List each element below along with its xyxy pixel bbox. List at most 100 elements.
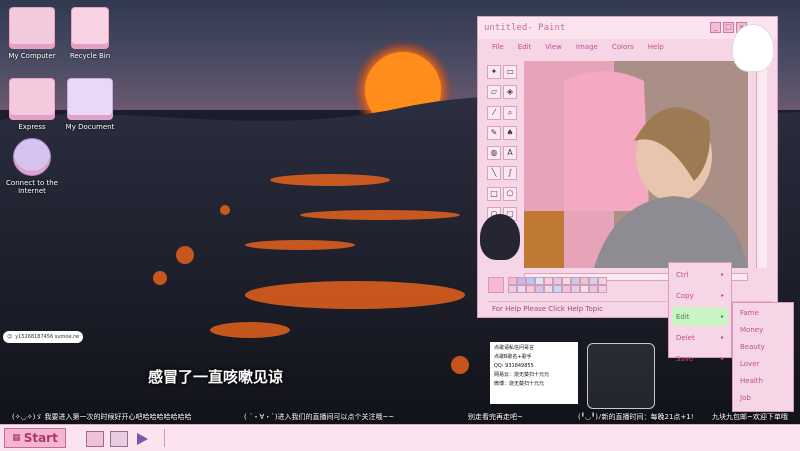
submenu-item-beauty[interactable]: Beauty [736, 339, 790, 354]
maximize-button[interactable]: □ [723, 22, 734, 33]
palette-swatch[interactable] [508, 285, 517, 293]
rect-select-icon[interactable]: ▭ [503, 65, 517, 79]
palette-swatch[interactable] [517, 285, 526, 293]
submenu-item-label: Health [740, 376, 763, 385]
ctx-item-save[interactable]: Save ▸ [672, 349, 728, 368]
palette-swatch[interactable] [571, 285, 580, 293]
submenu-item-money[interactable]: Money [736, 322, 790, 337]
brush-icon[interactable]: ♠ [503, 125, 517, 140]
desktop-icon-express[interactable]: Express [0, 78, 64, 131]
desktop-icon-label: Recycle Bin [69, 52, 111, 60]
rectangle-icon[interactable]: □ [487, 186, 501, 201]
text-icon[interactable]: A [503, 146, 517, 160]
palette-swatch[interactable] [535, 277, 544, 285]
note-line: QQ: 931849855 [494, 363, 534, 369]
palette-swatch[interactable] [562, 285, 571, 293]
document-folder-icon [67, 78, 113, 120]
media-player-icon[interactable] [134, 431, 150, 445]
menu-image[interactable]: Image [576, 43, 598, 51]
desktop-icon-label: My Document [65, 123, 115, 131]
webcam-feed [524, 61, 748, 268]
ctx-item-label: Save [676, 354, 694, 363]
palette-swatch[interactable] [508, 277, 517, 285]
badge-icon: ☺ [7, 334, 13, 340]
paint-canvas[interactable] [524, 61, 748, 268]
submenu-item-fame[interactable]: Fame [736, 305, 790, 320]
line-icon[interactable]: ╲ [487, 166, 501, 181]
ctx-item-ctrl[interactable]: Ctrl ▸ [672, 265, 728, 284]
desktop-icon-my-document[interactable]: My Document [58, 78, 122, 131]
fill-icon[interactable]: ◈ [503, 85, 517, 100]
ticker-text: (╹◡╹)ﾉ新的直播时间：每晚21点+1! [578, 413, 694, 421]
palette-swatch[interactable] [589, 285, 598, 293]
status-text: For Help Please Click Help Topic [492, 305, 603, 313]
menu-view[interactable]: View [545, 43, 562, 51]
ctx-item-label: Delet [676, 333, 695, 342]
note-line: 点歌请私信问哥言 [494, 345, 535, 351]
context-menu: Ctrl ▸ Copy ▸ Edit ▸ Delet ▸ Save ▸ [668, 262, 732, 363]
desktop-icon-label: Express [18, 123, 46, 131]
palette-swatch[interactable] [589, 277, 598, 285]
free-select-icon[interactable]: ✦ [487, 65, 501, 79]
picker-icon[interactable]: ⁄ [487, 105, 501, 120]
start-button[interactable]: ▦ Start [4, 428, 66, 448]
vertical-scrollbar[interactable] [756, 61, 767, 268]
palette-swatch[interactable] [598, 277, 607, 285]
taskbar-divider [164, 429, 165, 447]
minimize-button[interactable]: _ [710, 22, 721, 33]
computer-icon [9, 7, 55, 49]
black-cat-sticker-icon [480, 214, 520, 260]
airbrush-icon[interactable]: ◍ [487, 146, 501, 160]
desktop-icon-my-computer[interactable]: My Computer [0, 7, 64, 60]
submenu-item-lover[interactable]: Lover [736, 356, 790, 371]
submenu-item-job[interactable]: Job [736, 390, 790, 405]
menu-colors[interactable]: Colors [612, 43, 634, 51]
computer-quicklaunch-icon[interactable] [86, 431, 104, 447]
eraser-icon[interactable]: ▱ [487, 85, 501, 100]
badge-text: y15268187456 sumoe.rw [15, 334, 80, 340]
note-line: 网易云：烧无葵扫十元元 [494, 372, 550, 378]
menu-file[interactable]: File [492, 43, 504, 51]
submenu-item-label: Beauty [740, 342, 765, 351]
start-icon: ▦ [12, 433, 21, 443]
ticker-text: ( ´・∀・`)进入我们的直播间可以点个关注哦~~ [244, 413, 395, 421]
palette-swatch[interactable] [571, 277, 580, 285]
submenu-item-health[interactable]: Health [736, 373, 790, 388]
magnifier-icon[interactable]: ⌕ [503, 105, 517, 120]
palette-swatch[interactable] [598, 285, 607, 293]
palette-swatch[interactable] [553, 277, 562, 285]
ctx-item-delet[interactable]: Delet ▸ [672, 328, 728, 347]
desktop-icon-connect-internet[interactable]: Connect to the Internet [0, 138, 64, 195]
pencil-icon[interactable]: ✎ [487, 125, 501, 140]
folder-quicklaunch-icon[interactable] [110, 431, 128, 447]
polygon-icon[interactable]: ⬠ [503, 186, 517, 201]
palette-swatch[interactable] [562, 277, 571, 285]
start-label: Start [23, 431, 58, 445]
desktop-icon-recycle-bin[interactable]: Recycle Bin [58, 7, 122, 60]
menu-help[interactable]: Help [648, 43, 664, 51]
note-line: 点歌B歌名+歌手 [494, 354, 532, 360]
chevron-right-icon: ▸ [720, 292, 724, 299]
desktop-icon-label: My Computer [8, 52, 56, 60]
palette-swatch[interactable] [535, 285, 544, 293]
ctx-item-copy[interactable]: Copy ▸ [672, 286, 728, 305]
ctx-item-edit[interactable]: Edit ▸ [672, 307, 728, 326]
palette-swatch[interactable] [580, 277, 589, 285]
palette-swatch[interactable] [580, 285, 589, 293]
menu-edit[interactable]: Edit [518, 43, 532, 51]
palette-swatch[interactable] [544, 277, 553, 285]
current-color-swatch[interactable] [488, 277, 504, 293]
palette-swatch[interactable] [526, 277, 535, 285]
palette-swatch[interactable] [526, 285, 535, 293]
palette-swatch[interactable] [553, 285, 562, 293]
submenu-item-label: Fame [740, 308, 759, 317]
palette-swatch[interactable] [517, 277, 526, 285]
window-title: untitled- Paint [484, 23, 566, 33]
palette-swatch[interactable] [544, 285, 553, 293]
chevron-right-icon: ▸ [720, 334, 724, 341]
ticker-text: (✧◡✧)ゞ 我要进入第一次的时候好开心吧哈哈哈哈哈哈哈 [12, 413, 192, 421]
curve-icon[interactable]: ∫ [503, 166, 517, 181]
desktop-icon-label: Connect to the Internet [6, 179, 58, 195]
streamer-badge: ☺ y15268187456 sumoe.rw [3, 331, 84, 343]
chevron-right-icon: ▸ [720, 313, 724, 320]
